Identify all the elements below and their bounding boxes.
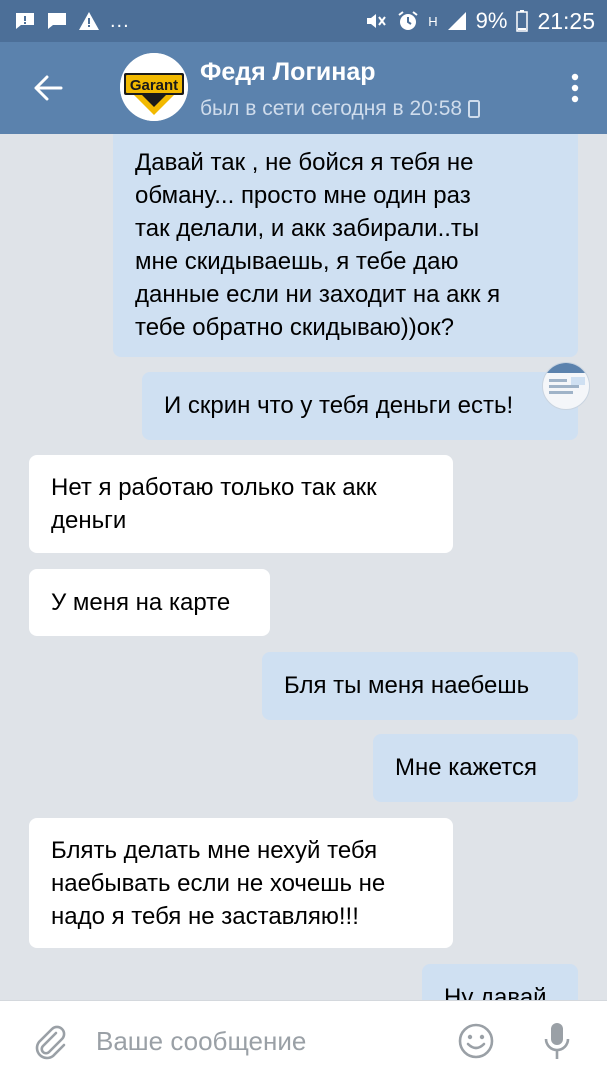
message-outgoing[interactable]: Бля ты меня наебешь [262,652,578,720]
screenshot-thumbnail-icon [543,363,589,394]
more-notifications: ... [110,9,130,32]
alarm-icon [398,11,418,30]
network-type: H [428,13,438,29]
message-outgoing[interactable]: Давай так , не бойся я тебя не обману...… [113,134,578,357]
message-incoming[interactable]: Нет я работаю только так акк деньги [29,455,453,553]
smiley-icon [458,1023,494,1059]
last-seen-status: был в сети сегодня в 20:58 [200,97,481,121]
message-text: Нет я работаю только так акк деньги [51,474,377,534]
message-composer [0,1000,607,1080]
status-bar: ... H 9% 21:25 [0,0,607,42]
attach-button[interactable] [30,1021,70,1061]
microphone-icon [544,1023,570,1059]
battery-icon [516,10,529,32]
message-text: И скрин что у тебя деньги есть! [164,392,514,419]
message-text: Блять делать мне нехуй тебя наебывать ес… [51,837,386,930]
status-indicators: H 9% 21:25 [364,8,595,34]
arrow-left-icon [34,75,63,101]
message-notification-icon [48,13,66,29]
last-seen-text: был в сети сегодня в 20:58 [200,97,463,120]
message-incoming[interactable]: У меня на карте [29,569,270,636]
message-input[interactable] [96,1017,436,1065]
message-text: Давай так , не бойся я тебя не обману...… [135,149,501,341]
battery-percent: 9% [475,8,508,33]
chat-notification-icon [16,13,34,29]
message-list[interactable]: Давай так , не бойся я тебя не обману...… [0,134,607,1000]
message-text: Бля ты меня наебешь [284,672,530,699]
message-outgoing[interactable]: Ну давай [422,964,578,1000]
message-text: Мне кажется [395,754,537,781]
warning-icon [79,12,99,30]
clock: 21:25 [537,7,595,34]
signal-icon [447,12,466,30]
garant-logo: Garant [120,53,188,121]
paperclip-icon [35,1025,66,1060]
contact-name[interactable]: Федя Логинар [200,58,376,87]
chat-header: Garant Федя Логинар был в сети сегодня в… [0,42,607,134]
avatar[interactable]: Garant [120,53,188,121]
avatar-text: Garant [130,77,178,94]
status-notifications: ... [14,8,130,34]
more-menu-button[interactable] [563,70,587,106]
message-incoming[interactable]: Блять делать мне нехуй тебя наебывать ес… [29,818,453,948]
message-outgoing[interactable]: Мне кажется [373,734,578,802]
more-vertical-icon [571,73,579,103]
message-text: У меня на карте [51,589,231,616]
mobile-icon [468,100,481,118]
back-button[interactable] [26,66,70,110]
message-text: Ну давай [444,984,547,1000]
message-outgoing[interactable]: И скрин что у тебя деньги есть! [142,372,578,440]
voice-message-button[interactable] [542,1019,572,1063]
emoji-button[interactable] [456,1021,496,1061]
mute-icon [367,14,387,28]
sender-avatar[interactable] [542,362,590,410]
